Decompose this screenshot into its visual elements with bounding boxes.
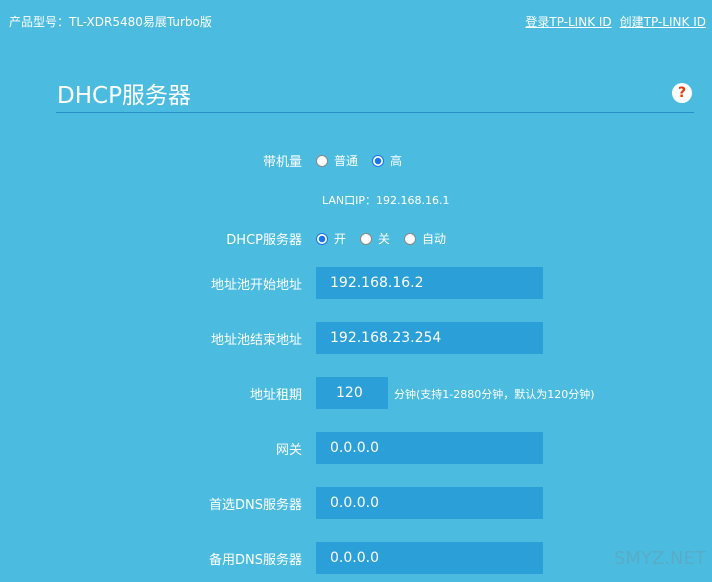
pool-end-input[interactable] <box>316 322 543 354</box>
load-high-radio[interactable] <box>372 154 385 167</box>
product-model: 产品型号：TL-XDR5480易展Turbo版 <box>9 15 212 29</box>
pool-end-label: 地址池结束地址 <box>210 333 302 348</box>
page-title: DHCP服务器 <box>57 83 191 109</box>
dhcp-on-label[interactable]: 开 <box>334 230 346 247</box>
dns1-label: 首选DNS服务器 <box>209 498 302 513</box>
lease-hint: 分钟(支持1-2880分钟，默认为120分钟) <box>394 388 595 401</box>
dns1-input[interactable] <box>316 487 543 519</box>
pool-start-input[interactable] <box>316 267 543 299</box>
login-link[interactable]: 登录TP-LINK ID <box>525 15 611 29</box>
dhcp-radio-group: 开 关 自动 <box>316 230 460 247</box>
title-divider <box>56 112 694 113</box>
dhcp-label: DHCP服务器 <box>226 233 302 248</box>
dhcp-off-label[interactable]: 关 <box>378 230 390 247</box>
watermark: SMYZ.NET <box>614 548 706 569</box>
pool-start-label: 地址池开始地址 <box>210 278 302 293</box>
dns2-label: 备用DNS服务器 <box>209 553 302 568</box>
lan-ip-text: LAN口IP：192.168.16.1 <box>322 194 450 207</box>
create-account-link[interactable]: 创建TP-LINK ID <box>620 15 706 29</box>
dhcp-on-radio[interactable] <box>316 232 328 245</box>
lease-input[interactable] <box>316 377 388 409</box>
help-icon[interactable]: ? <box>672 83 692 103</box>
gateway-input[interactable] <box>316 432 543 464</box>
dhcp-off-radio[interactable] <box>360 232 373 245</box>
dns2-input[interactable] <box>316 542 543 574</box>
load-normal-label[interactable]: 普通 <box>334 152 358 169</box>
account-links: 登录TP-LINK ID创建TP-LINK ID退 <box>517 13 712 30</box>
load-radio-group: 普通 高 <box>316 152 416 169</box>
gateway-label: 网关 <box>275 443 302 458</box>
load-normal-radio[interactable] <box>316 154 328 167</box>
lease-label: 地址租期 <box>249 388 302 403</box>
dhcp-auto-label[interactable]: 自动 <box>422 230 446 247</box>
load-label: 带机量 <box>262 155 302 170</box>
load-high-label[interactable]: 高 <box>390 152 402 169</box>
dhcp-auto-radio[interactable] <box>404 232 417 245</box>
